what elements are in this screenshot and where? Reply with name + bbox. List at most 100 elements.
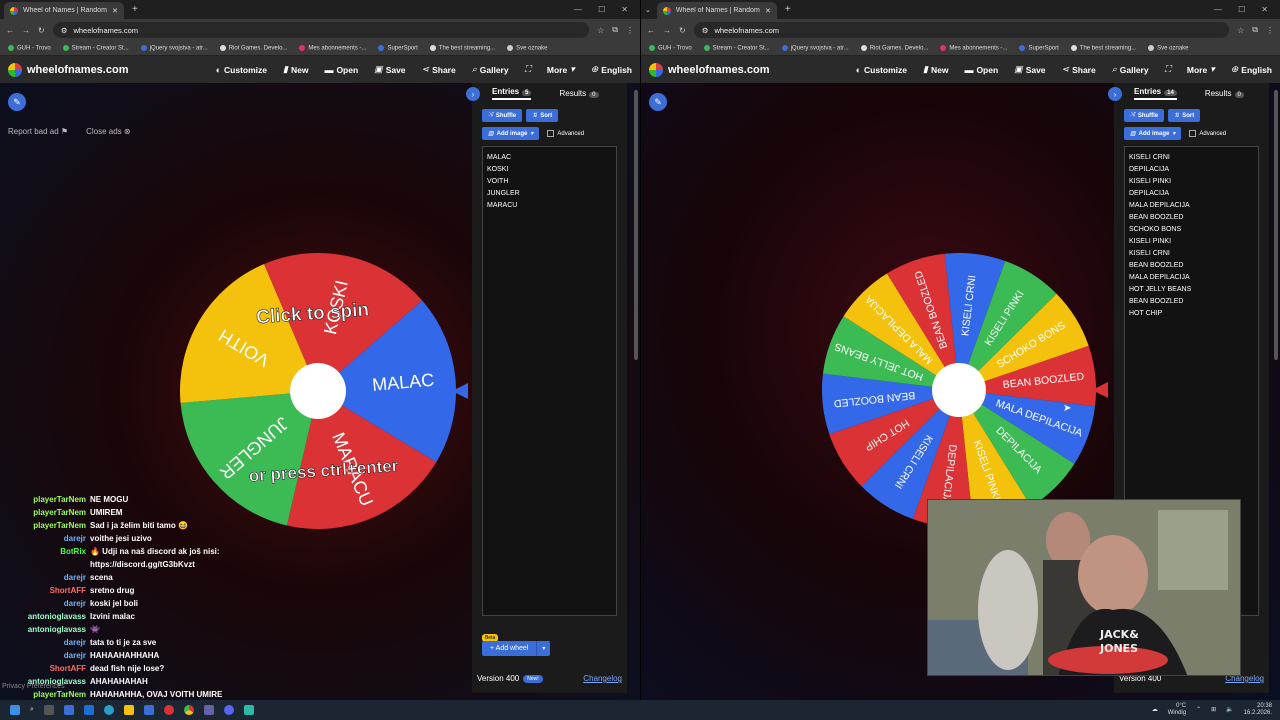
wheel-hub[interactable] [290,363,346,419]
sort-button[interactable]: ⇅ Sort [526,109,559,122]
add-wheel-dropdown[interactable]: ▾ [536,641,551,656]
collapse-panel-icon[interactable]: › [466,87,480,101]
menu-more[interactable]: More ▾ [547,64,575,75]
menu-gallery[interactable]: ⌕ Gallery [1112,64,1149,75]
shuffle-button[interactable]: ⤨ Shuffle [482,109,523,122]
folder-icon[interactable] [123,705,134,715]
calendar-icon[interactable] [63,705,74,715]
add-image-button[interactable]: ▨ Add image ▾ [482,127,540,140]
fullscreen-button[interactable]: ⛶ [1165,64,1171,75]
app-icon[interactable] [243,705,254,715]
menu-new[interactable]: ▮ New [923,64,948,75]
star-icon[interactable]: ☆ [1237,26,1244,35]
menu-language[interactable]: ⊕ English [1231,64,1272,75]
reload-icon[interactable]: ↻ [679,26,686,35]
changelog-link[interactable]: Changelog [583,674,622,683]
menu-language[interactable]: ⊕ English [591,64,632,75]
site-info-icon[interactable]: ⚙ [61,26,68,35]
weather-readout[interactable]: 0°C Windig [1168,703,1186,717]
star-icon[interactable]: ☆ [597,26,604,35]
add-image-button[interactable]: ▨ Add image ▾ [1124,127,1182,140]
fullscreen-button[interactable]: ⛶ [525,64,531,75]
maximize-icon[interactable]: ☐ [1238,5,1245,14]
bookmark-item[interactable]: Riot Games. Develo... [219,44,287,51]
menu-share[interactable]: ⋖ Share [1062,64,1096,75]
discord-icon[interactable] [223,705,234,715]
minimize-icon[interactable]: — [1214,5,1222,14]
extensions-icon[interactable]: ⧉ [1252,25,1258,35]
bookmark-folder[interactable]: Sve oznake [507,44,548,51]
new-tab-icon[interactable]: + [785,4,791,15]
bookmark-item[interactable]: Stream - Creator St... [62,44,129,51]
close-ads-link[interactable]: Close ads ⊗ [86,127,131,136]
clock[interactable]: 20:38 16.2.2026. [1244,703,1272,717]
menu-dots-icon[interactable]: ⋮ [626,26,634,35]
mail-icon[interactable] [83,705,94,715]
chevron-up-icon[interactable]: ⌃ [1196,707,1201,714]
menu-share[interactable]: ⋖ Share [422,64,456,75]
report-ad-link[interactable]: Report bad ad ⚑ [8,127,68,136]
back-icon[interactable]: ← [6,26,14,35]
extensions-icon[interactable]: ⧉ [612,25,618,35]
menu-save[interactable]: ▣ Save [1014,64,1045,75]
shuffle-button[interactable]: ⤨ Shuffle [1124,109,1165,122]
close-window-icon[interactable]: ✕ [1261,5,1268,14]
url-field[interactable]: ⚙ wheelofnames.com [52,22,590,38]
back-icon[interactable]: ← [647,26,655,35]
collapse-panel-icon[interactable]: › [1108,87,1122,101]
store-icon[interactable] [143,705,154,715]
wheel-hub[interactable] [932,363,986,417]
menu-customize[interactable]: ◐ Customize [856,65,907,75]
tab-results[interactable]: Results 0 [559,89,599,98]
opera-icon[interactable] [163,705,174,715]
entries-textarea[interactable]: MALAC KOSKI VOITH JUNGLER MARACU [482,146,617,616]
menu-open[interactable]: ▬ Open [324,65,358,75]
bookmark-item[interactable]: Mes abonnements -... [940,44,1007,51]
menu-new[interactable]: ▮ New [283,64,308,75]
reload-icon[interactable]: ↻ [38,26,45,35]
tab-results[interactable]: Results 0 [1205,89,1244,98]
edit-button[interactable]: ✎ [649,93,667,111]
close-tab-icon[interactable]: ✕ [765,7,771,15]
forward-icon[interactable]: → [22,26,30,35]
privacy-preferences[interactable]: Privacy Preferences [2,683,65,690]
menu-more[interactable]: More ▾ [1187,64,1215,75]
menu-open[interactable]: ▬ Open [964,65,998,75]
bookmark-item[interactable]: GUH - Trovo [8,44,51,51]
task-view-icon[interactable] [43,705,54,715]
advanced-checkbox[interactable]: Advanced [1189,129,1226,137]
site-logo[interactable]: wheelofnames.com [8,62,128,77]
browser-tab[interactable]: Wheel of Names | Random nam ✕ [656,2,777,19]
menu-customize[interactable]: ◐ Customize [216,65,267,75]
edge-icon[interactable] [103,705,114,715]
bookmark-item[interactable]: SuperSport [378,44,418,51]
new-tab-icon[interactable]: + [132,4,138,15]
tab-entries[interactable]: Entries 14 [1134,87,1177,100]
page-scrollbar[interactable] [634,90,638,360]
add-wheel-button[interactable]: + Add wheel [482,641,537,656]
volume-icon[interactable]: 🔈 [1226,707,1233,714]
maximize-icon[interactable]: ☐ [598,5,605,14]
weather-icon[interactable]: ☁ [1152,707,1158,714]
sort-button[interactable]: ⇅ Sort [1168,109,1201,122]
bookmark-item[interactable]: Riot Games. Develo... [860,44,928,51]
site-info-icon[interactable]: ⚙ [702,26,709,35]
close-window-icon[interactable]: ✕ [621,5,628,14]
menu-gallery[interactable]: ⌕ Gallery [472,64,509,75]
bookmark-item[interactable]: The best streaming... [429,44,495,51]
teams-icon[interactable] [203,705,214,715]
bookmark-item[interactable]: jQuery svojstva - atr... [140,44,208,51]
forward-icon[interactable]: → [663,26,671,35]
site-logo[interactable]: wheelofnames.com [649,62,769,77]
edit-button[interactable]: ✎ [8,93,26,111]
bookmark-item[interactable]: jQuery svojstva - atr... [781,44,849,51]
chrome-icon[interactable] [183,705,194,715]
menu-save[interactable]: ▣ Save [374,64,405,75]
page-scrollbar[interactable] [1274,90,1278,360]
url-field[interactable]: ⚙ wheelofnames.com [693,22,1230,38]
bookmark-item[interactable]: GUH - Trovo [649,44,692,51]
windows-start-icon[interactable] [10,705,20,715]
minimize-icon[interactable]: — [574,5,582,14]
bookmark-item[interactable]: Stream - Creator St... [703,44,770,51]
network-icon[interactable]: ⊞ [1211,707,1216,714]
